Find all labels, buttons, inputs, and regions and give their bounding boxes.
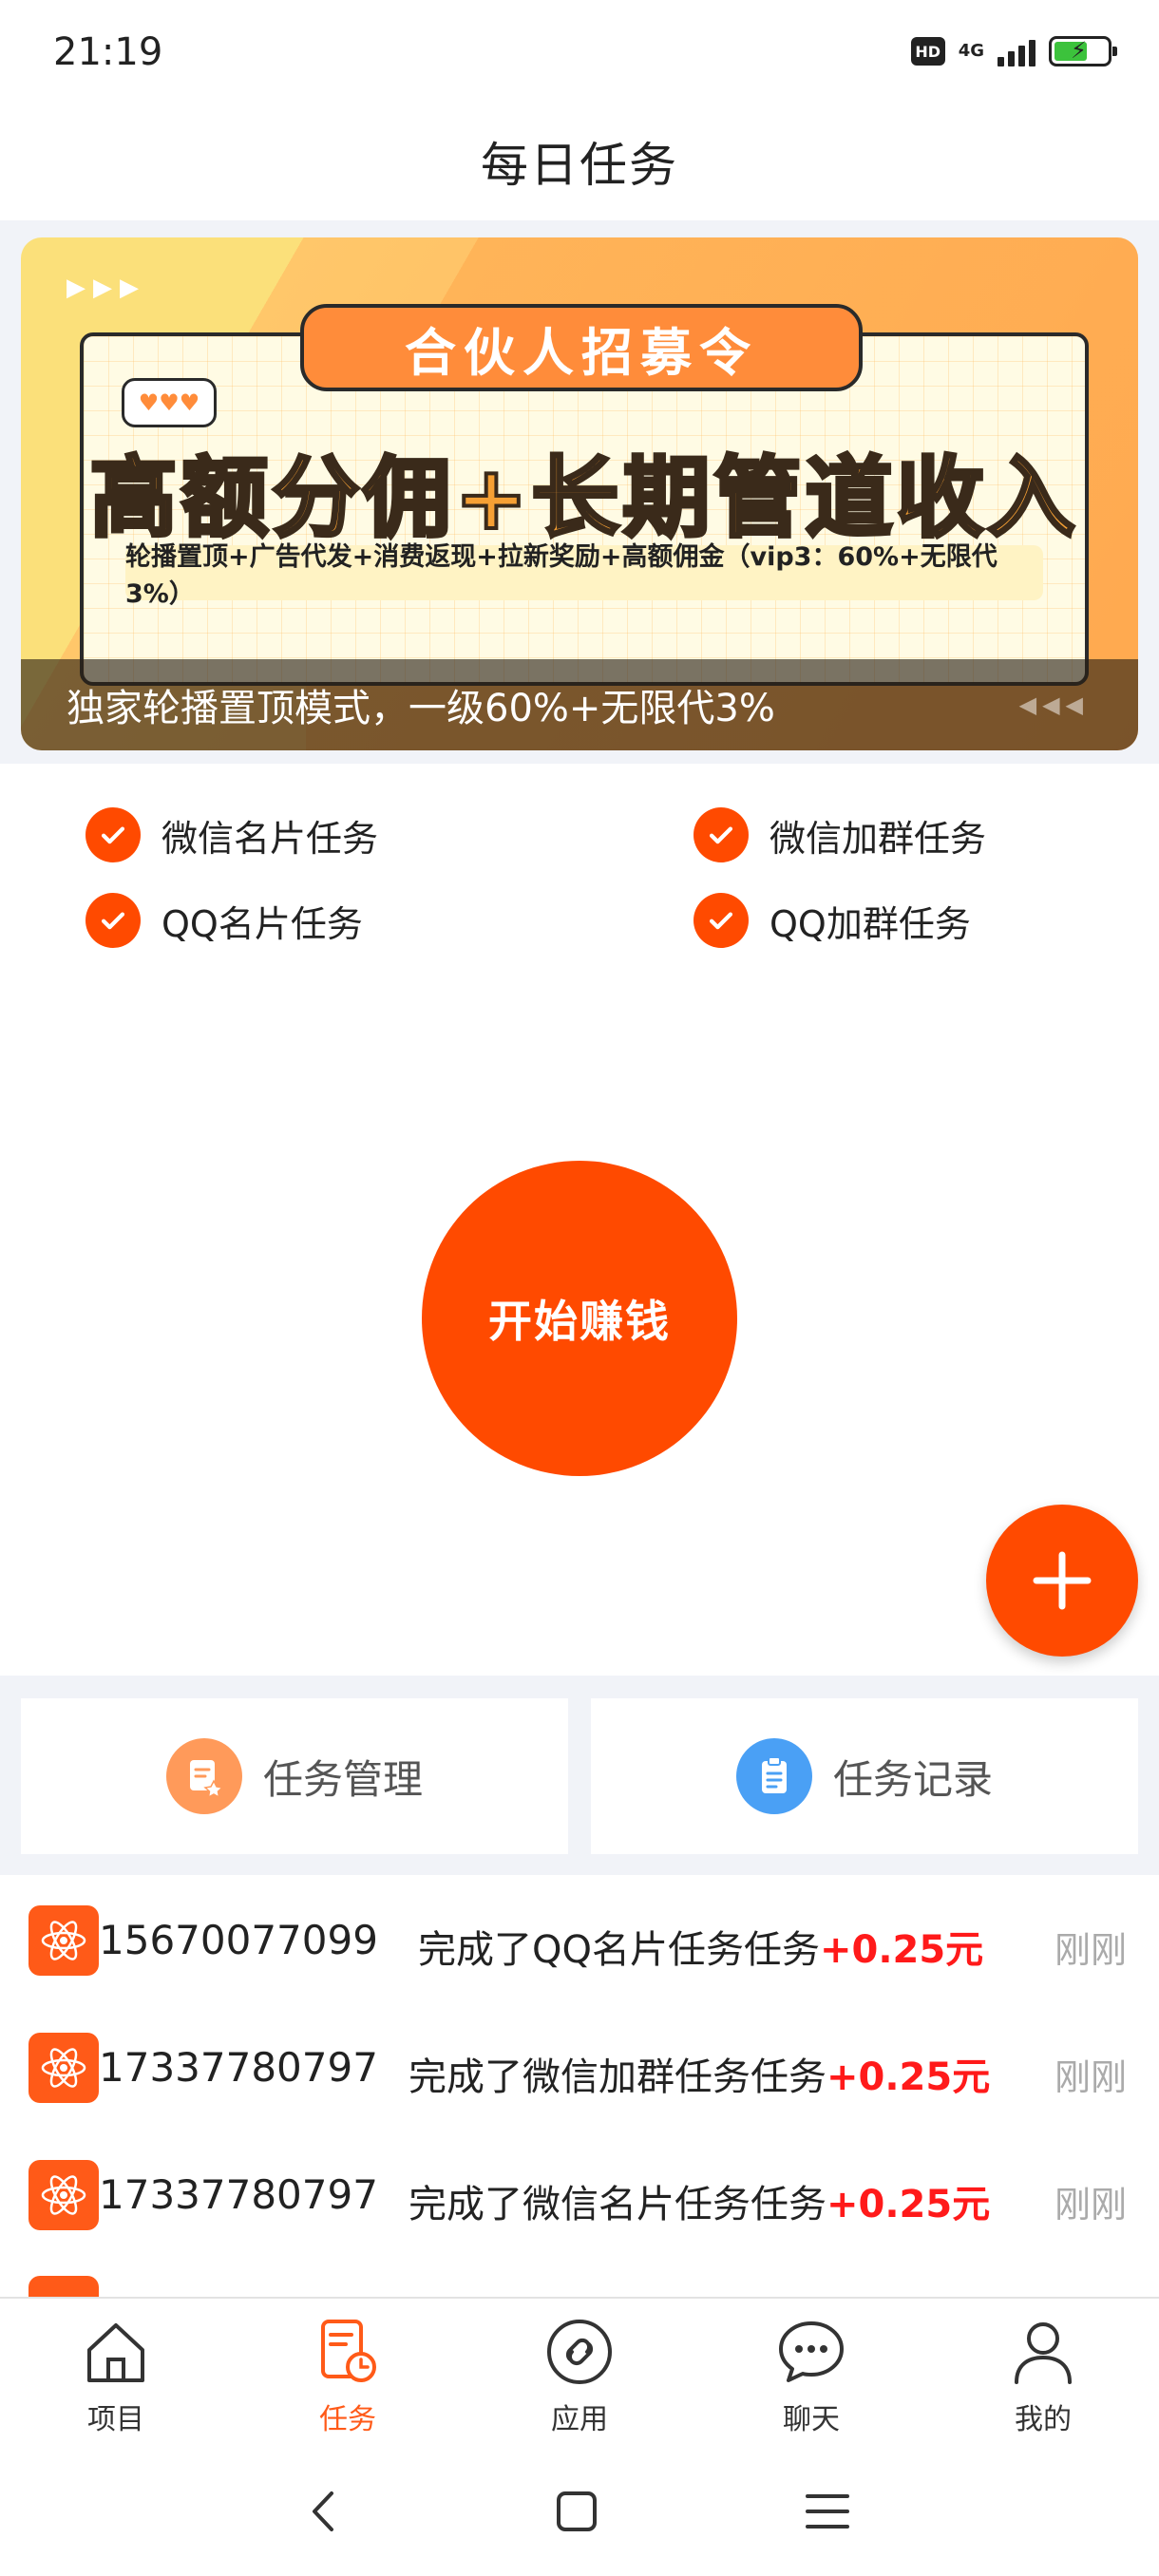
atom-logo-icon bbox=[28, 1905, 99, 1976]
manage-section: 任务管理 任务记录 bbox=[0, 1676, 1159, 1875]
page-title: 每日任务 bbox=[481, 138, 678, 193]
arrows-left-icon: ◀◀◀ bbox=[1018, 691, 1089, 718]
task-management-label: 任务管理 bbox=[262, 1755, 423, 1803]
feed-amount: +0.25元 bbox=[826, 2055, 991, 2099]
task-records-label: 任务记录 bbox=[832, 1755, 993, 1803]
feature-wechat-card: 微信名片任务 bbox=[86, 807, 378, 862]
system-nav bbox=[0, 2449, 1159, 2576]
task-records-button[interactable]: 任务记录 bbox=[591, 1698, 1138, 1854]
home-icon bbox=[87, 2323, 144, 2382]
banner-caption-text: 独家轮播置顶模式，一级60%+无限代3% bbox=[66, 687, 775, 730]
feed-phone: 17337780797 bbox=[99, 2044, 378, 2091]
feed-row-partial bbox=[28, 2276, 99, 2297]
chevron-left-icon bbox=[313, 2491, 333, 2531]
nav-item-profile[interactable]: 我的 bbox=[967, 2314, 1119, 2447]
status-bar: 21:19 HD 4G ⚡ bbox=[0, 0, 1159, 104]
feed-action: 完成了QQ名片任务任务+0.25元 bbox=[418, 1928, 984, 1972]
feature-qq-group: QQ加群任务 bbox=[694, 893, 971, 948]
check-icon bbox=[694, 893, 749, 948]
nav-label: 聊天 bbox=[783, 2403, 840, 2436]
bottom-nav: 项目 任务 应用 聊天 我的 bbox=[0, 2297, 1159, 2449]
nav-label: 应用 bbox=[551, 2403, 608, 2436]
feature-label: 微信加群任务 bbox=[770, 817, 987, 860]
atom-logo-icon bbox=[28, 2160, 99, 2230]
network-type: 4G bbox=[958, 41, 984, 61]
signal-icon bbox=[998, 36, 1036, 66]
chat-icon bbox=[779, 2321, 844, 2382]
check-icon bbox=[86, 893, 141, 948]
banner-subline: 轮播置顶+广告代发+消费返现+拉新奖励+高额佣金（vip3：60%+无限代3%） bbox=[125, 542, 1043, 609]
feed-row: 17337780797 完成了微信名片任务任务+0.25元 刚刚 bbox=[0, 2133, 1159, 2261]
task-icon bbox=[321, 2320, 376, 2382]
feature-label: 微信名片任务 bbox=[162, 817, 379, 860]
nav-label: 任务 bbox=[319, 2403, 376, 2436]
start-earning-button[interactable]: 开始赚钱 bbox=[422, 1161, 737, 1476]
feed-action: 完成了微信加群任务任务+0.25元 bbox=[408, 2055, 991, 2099]
square-icon bbox=[557, 2491, 597, 2531]
banner-caption: 独家轮播置顶模式，一级60%+无限代3% bbox=[21, 659, 1138, 750]
feature-label: QQ名片任务 bbox=[162, 902, 363, 945]
atom-logo-icon bbox=[28, 2033, 99, 2103]
status-time: 21:19 bbox=[53, 30, 163, 74]
profile-icon bbox=[1015, 2322, 1072, 2384]
battery-icon: ⚡ bbox=[1049, 36, 1117, 66]
feed-action: 完成了微信名片任务任务+0.25元 bbox=[408, 2183, 991, 2226]
menu-button[interactable] bbox=[794, 2483, 861, 2540]
add-task-button[interactable] bbox=[986, 1505, 1138, 1657]
feed-row: 17337780797 完成了微信加群任务任务+0.25元 刚刚 bbox=[0, 2006, 1159, 2133]
feed-time: 刚刚 bbox=[1054, 1929, 1127, 1971]
plus-icon bbox=[1033, 1551, 1092, 1610]
feed-time: 刚刚 bbox=[1054, 2184, 1127, 2226]
apps-icon bbox=[547, 2320, 612, 2384]
feature-label: QQ加群任务 bbox=[770, 902, 971, 945]
feed-amount: +0.25元 bbox=[819, 1928, 984, 1972]
banner-header-text: 合伙人招募令 bbox=[405, 322, 758, 383]
feature-list: 微信名片任务 微信加群任务 QQ名片任务 QQ加群任务 bbox=[0, 779, 1159, 969]
back-button[interactable] bbox=[291, 2483, 357, 2540]
check-icon bbox=[86, 807, 141, 862]
nav-item-task[interactable]: 任务 bbox=[272, 2314, 424, 2447]
nav-item-project[interactable]: 项目 bbox=[40, 2314, 192, 2447]
menu-icon bbox=[806, 2494, 849, 2529]
banner-header: 合伙人招募令 bbox=[300, 304, 863, 391]
hd-badge: HD bbox=[910, 37, 945, 66]
promo-banner[interactable]: ▶▶▶ ♥♥♥ 合伙人招募令 高额分佣+长期管道收入 轮播置顶+广告代发+消费返… bbox=[21, 237, 1138, 750]
feed-row: 15670077099 完成了QQ名片任务任务+0.25元 刚刚 bbox=[0, 1879, 1159, 2006]
feed-phone: 15670077099 bbox=[99, 1917, 378, 1963]
task-management-button[interactable]: 任务管理 bbox=[21, 1698, 568, 1854]
arrows-decoration-icon: ▶▶▶ bbox=[66, 274, 146, 302]
banner-section: ▶▶▶ ♥♥♥ 合伙人招募令 高额分佣+长期管道收入 轮播置顶+广告代发+消费返… bbox=[0, 220, 1159, 764]
feed-amount: +0.25元 bbox=[826, 2183, 991, 2226]
nav-item-chat[interactable]: 聊天 bbox=[735, 2314, 887, 2447]
nav-item-apps[interactable]: 应用 bbox=[504, 2314, 656, 2447]
title-bar: 每日任务 bbox=[0, 104, 1159, 218]
nav-label: 我的 bbox=[1015, 2403, 1072, 2436]
status-icons: HD 4G ⚡ bbox=[910, 36, 1117, 66]
task-management-icon bbox=[165, 1738, 242, 1814]
check-icon bbox=[694, 807, 749, 862]
home-button[interactable] bbox=[543, 2483, 610, 2540]
feed-phone: 17337780797 bbox=[99, 2171, 378, 2218]
activity-feed: 15670077099 完成了QQ名片任务任务+0.25元 刚刚 1733778… bbox=[0, 1879, 1159, 2297]
feature-qq-card: QQ名片任务 bbox=[86, 893, 363, 948]
nav-label: 项目 bbox=[87, 2403, 144, 2436]
hearts-bubble-icon: ♥♥♥ bbox=[122, 378, 217, 427]
feature-wechat-group: 微信加群任务 bbox=[694, 807, 986, 862]
feed-time: 刚刚 bbox=[1054, 2056, 1127, 2098]
clipboard-icon bbox=[735, 1738, 812, 1814]
